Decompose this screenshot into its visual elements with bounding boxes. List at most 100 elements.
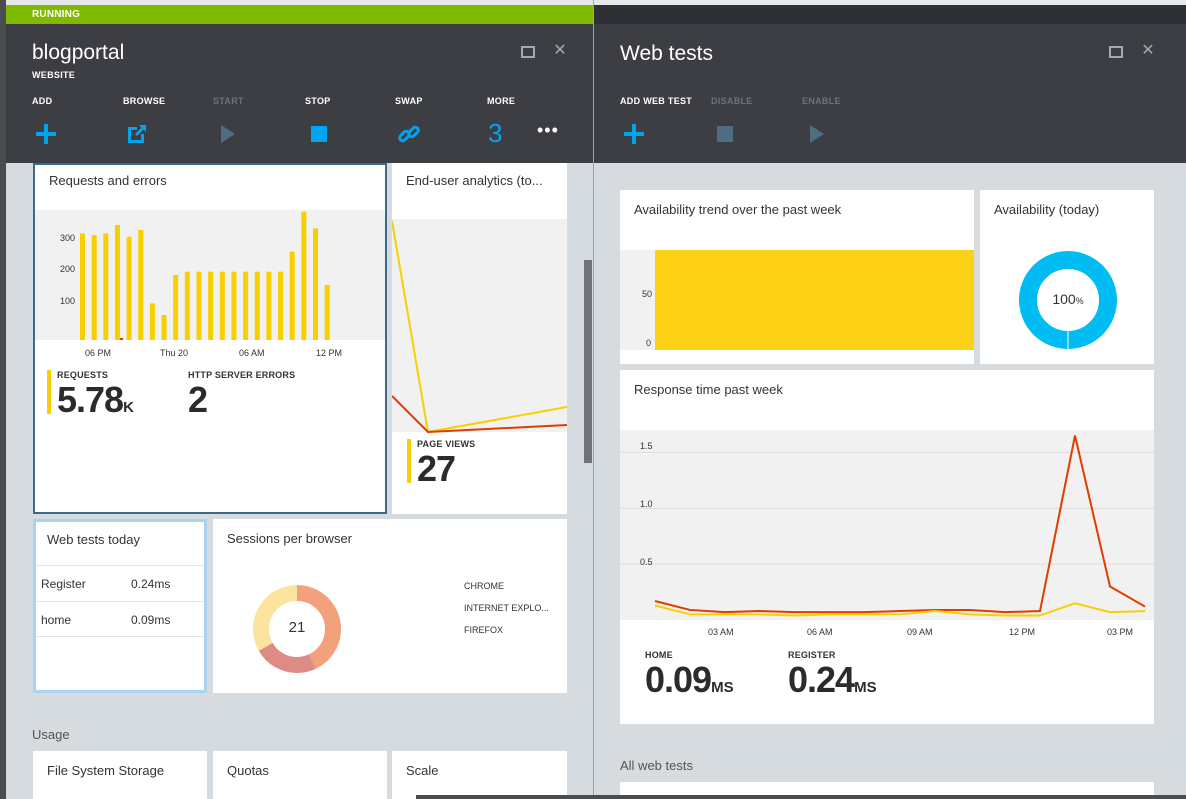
requests-bar xyxy=(289,251,295,340)
swap-command[interactable]: SWAP xyxy=(395,96,475,156)
enable-label: ENABLE xyxy=(802,96,841,106)
blade-subtitle: WEBSITE xyxy=(32,70,76,80)
requests-bar xyxy=(301,211,307,340)
requests-bar xyxy=(324,285,330,340)
chart-plot-area xyxy=(620,430,1154,620)
requests-bar xyxy=(138,230,144,340)
requests-bar xyxy=(219,271,225,340)
browse-command[interactable]: BROWSE xyxy=(123,96,203,156)
availability-today-tile[interactable]: Availability (today) 100% xyxy=(980,190,1154,364)
plus-icon xyxy=(36,124,56,144)
requests-bar xyxy=(184,271,190,340)
requests-bar xyxy=(103,233,109,340)
x-tick: 06 PM xyxy=(85,348,112,358)
test-value: 0.09ms xyxy=(131,613,171,627)
requests-value: 5.78K xyxy=(57,379,134,421)
browse-external-icon xyxy=(128,125,146,143)
requests-bar xyxy=(114,225,120,340)
list-item[interactable]: home 0.09ms xyxy=(36,601,204,637)
maximize-icon[interactable] xyxy=(521,46,535,58)
pageviews-marker xyxy=(407,439,411,483)
x-tick: 12 PM xyxy=(1009,627,1036,637)
more-command[interactable]: MORE 3 ••• xyxy=(487,96,567,156)
response-time-chart xyxy=(620,430,1154,620)
file-system-storage-tile[interactable]: File System Storage xyxy=(33,751,207,799)
web-tests-today-tile[interactable]: Web tests today Register 0.24ms home 0.0… xyxy=(33,519,207,693)
tile-title: Availability trend over the past week xyxy=(634,202,842,217)
add-web-test-command[interactable]: ADD WEB TEST xyxy=(620,96,710,156)
tile-title: Availability (today) xyxy=(994,202,1100,217)
add-command[interactable]: ADD xyxy=(32,96,112,156)
requests-bar xyxy=(254,271,260,340)
scale-tile[interactable]: Scale xyxy=(392,751,567,799)
requests-bar xyxy=(173,275,179,340)
close-icon[interactable]: ✕ xyxy=(552,43,568,60)
play-icon xyxy=(221,125,235,143)
tile-title: File System Storage xyxy=(47,763,165,778)
x-tick: Thu 20 xyxy=(160,348,189,358)
close-icon[interactable]: ✕ xyxy=(1140,43,1156,60)
disable-command[interactable]: DISABLE xyxy=(711,96,791,156)
tile-title: Requests and errors xyxy=(49,173,167,188)
tile-title: Sessions per browser xyxy=(227,531,352,546)
requests-bar xyxy=(208,271,214,340)
swap-command-label: SWAP xyxy=(395,96,423,106)
requests-bar xyxy=(313,228,318,340)
maximize-icon[interactable] xyxy=(1109,46,1123,58)
availability-trend-tile[interactable]: Availability trend over the past week 50… xyxy=(620,190,974,364)
requests-errors-tile[interactable]: Requests and errors 300 200 100 06 PM Th… xyxy=(33,163,387,514)
enable-command[interactable]: ENABLE xyxy=(802,96,882,156)
analytics-chart xyxy=(392,220,567,433)
response-time-tile[interactable]: Response time past week 1.5 1.0 0.5 03 A… xyxy=(620,370,1154,724)
y-tick: 1.0 xyxy=(640,499,653,509)
requests-marker xyxy=(47,370,51,414)
usage-section-label: Usage xyxy=(32,727,70,742)
legend-item: INTERNET EXPLO... xyxy=(464,603,549,613)
pageviews-line xyxy=(392,220,567,433)
end-user-analytics-tile[interactable]: End-user analytics (to... PAGE VIEWS 27 xyxy=(392,163,567,514)
requests-bar xyxy=(149,303,155,340)
tile-title: Response time past week xyxy=(634,382,783,397)
x-tick: 03 AM xyxy=(708,627,734,637)
stop-icon xyxy=(717,126,733,142)
requests-bar xyxy=(266,271,272,340)
requests-bar xyxy=(278,271,284,340)
stop-icon xyxy=(311,126,327,142)
home-unit: MS xyxy=(711,679,734,696)
play-icon xyxy=(810,125,824,143)
test-value: 0.24ms xyxy=(131,577,171,591)
scrollbar[interactable] xyxy=(584,260,592,463)
requests-number: 5.78 xyxy=(57,379,124,420)
requests-bar xyxy=(80,233,85,340)
add-web-test-label: ADD WEB TEST xyxy=(620,96,693,106)
test-name: Register xyxy=(41,577,86,591)
requests-bar xyxy=(91,235,97,340)
requests-bar xyxy=(231,271,237,340)
start-command[interactable]: START xyxy=(213,96,293,156)
list-item[interactable]: Register 0.24ms xyxy=(36,565,204,601)
y-tick: 200 xyxy=(60,264,76,274)
test-name: home xyxy=(41,613,72,627)
x-tick: 03 PM xyxy=(1107,627,1134,637)
requests-unit: K xyxy=(123,399,134,416)
errors-bar xyxy=(119,338,123,340)
y-tick: 0 xyxy=(646,338,652,348)
x-tick: 06 AM xyxy=(239,348,265,358)
plus-icon xyxy=(624,124,644,144)
requests-bar xyxy=(243,271,249,340)
stop-command[interactable]: STOP xyxy=(305,96,385,156)
sessions-per-browser-tile[interactable]: Sessions per browser 21 CHROME INTERNET … xyxy=(213,519,567,693)
y-tick: 50 xyxy=(642,289,653,299)
errors-value: 2 xyxy=(188,379,208,420)
register-number: 0.24 xyxy=(788,659,855,700)
availability-number: 100 xyxy=(1052,291,1076,307)
home-number: 0.09 xyxy=(645,659,712,700)
errors-line xyxy=(392,395,567,433)
status-bar: RUNNING xyxy=(6,5,593,24)
tile-title: Web tests today xyxy=(47,532,140,547)
more-command-label: MORE xyxy=(487,96,516,106)
bottom-edge xyxy=(416,795,1186,799)
sessions-total: 21 xyxy=(288,619,306,636)
x-tick: 12 PM xyxy=(316,348,343,358)
quotas-tile[interactable]: Quotas xyxy=(213,751,387,799)
